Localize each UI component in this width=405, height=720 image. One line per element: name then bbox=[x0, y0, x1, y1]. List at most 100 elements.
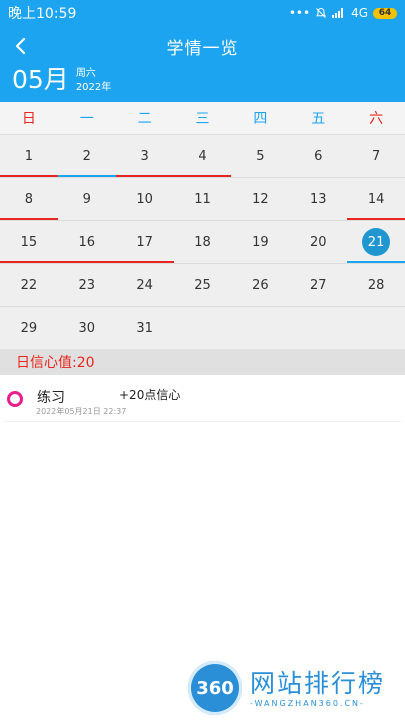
calendar-day-number: 28 bbox=[367, 277, 385, 293]
calendar-week-row: 8 9 10 11 12 13 14 bbox=[0, 177, 405, 220]
calendar-day[interactable]: 28 bbox=[347, 264, 405, 306]
battery-icon: 64 bbox=[373, 7, 397, 19]
calendar-day[interactable]: 23 bbox=[58, 264, 116, 306]
calendar-day[interactable]: 10 bbox=[116, 178, 174, 220]
record-item[interactable]: 练习 2022年05月21日 22:37 +20点信心 bbox=[4, 375, 401, 422]
status-bar: 晚上10:59 ••• 4G 64 bbox=[0, 0, 405, 26]
calendar-day[interactable]: 25 bbox=[174, 264, 232, 306]
calendar-day[interactable]: 16 bbox=[57, 221, 116, 263]
calendar-day[interactable]: 21 bbox=[347, 221, 405, 263]
record-points: +20点信心 bbox=[119, 388, 181, 402]
calendar-day-number: 11 bbox=[194, 191, 211, 207]
activity-indicator bbox=[0, 218, 58, 220]
calendar-day-number: 8 bbox=[24, 191, 34, 207]
calendar-day[interactable]: 5 bbox=[231, 135, 289, 177]
calendar-day[interactable]: 24 bbox=[116, 264, 174, 306]
signal-icon bbox=[332, 8, 346, 18]
calendar-day[interactable]: 2 bbox=[57, 135, 116, 177]
calendar-day[interactable]: 13 bbox=[289, 178, 347, 220]
calendar-day-number: 10 bbox=[136, 191, 153, 207]
calendar-day[interactable]: 18 bbox=[174, 221, 232, 263]
current-weekday: 周六 bbox=[75, 68, 96, 79]
calendar-day-number: 30 bbox=[78, 320, 96, 336]
calendar-day-number: 29 bbox=[20, 320, 38, 336]
calendar-day-number: 24 bbox=[136, 277, 153, 293]
calendar-day-number: 13 bbox=[309, 191, 327, 207]
activity-indicator bbox=[115, 261, 174, 263]
calendar-day-number: 1 bbox=[24, 148, 34, 164]
calendar-week-row: 22 23 24 25 26 27 28 bbox=[0, 263, 405, 306]
calendar-day-number: 26 bbox=[252, 277, 269, 293]
calendar-day-number: 2 bbox=[82, 148, 91, 164]
calendar-day-number: 31 bbox=[136, 320, 153, 336]
weekday-label: 六 bbox=[369, 111, 384, 127]
calendar-empty-cell bbox=[231, 307, 289, 349]
calendar-day-number: 6 bbox=[314, 148, 323, 164]
notification-dots: ••• bbox=[288, 6, 311, 20]
activity-indicator bbox=[115, 175, 174, 177]
calendar-day[interactable]: 4 bbox=[173, 135, 232, 177]
calendar-day-number: 21 bbox=[362, 228, 391, 256]
weekday-label: 五 bbox=[311, 111, 326, 127]
calendar-day[interactable]: 11 bbox=[174, 178, 232, 220]
weekday-label: 一 bbox=[79, 111, 94, 127]
weekday-label: 日 bbox=[21, 111, 36, 127]
activity-indicator bbox=[0, 261, 58, 263]
calendar-day[interactable]: 30 bbox=[58, 307, 116, 349]
calendar-day[interactable]: 6 bbox=[289, 135, 347, 177]
back-arrow-icon[interactable] bbox=[10, 34, 34, 58]
calendar-day-number: 12 bbox=[252, 191, 269, 207]
page-title: 学情一览 bbox=[166, 38, 239, 59]
calendar-day[interactable]: 26 bbox=[231, 264, 289, 306]
record-title: 练习 bbox=[37, 390, 65, 406]
app-header: 学情一览 bbox=[0, 26, 405, 66]
network-type: 4G bbox=[351, 6, 368, 20]
calendar-day-number: 27 bbox=[309, 277, 327, 293]
calendar-day[interactable]: 22 bbox=[0, 264, 58, 306]
calendar-day[interactable]: 7 bbox=[347, 135, 405, 177]
calendar-day-number: 15 bbox=[20, 234, 38, 250]
activity-indicator bbox=[0, 175, 58, 177]
calendar-day-number: 25 bbox=[194, 277, 211, 293]
calendar-week-row: 1 2 3 4 5 6 7 bbox=[0, 134, 405, 177]
calendar-week-row: 29 30 31 bbox=[0, 306, 405, 349]
mute-bell-icon bbox=[315, 7, 327, 18]
daily-score-label: 日信心值:20 bbox=[16, 355, 95, 371]
calendar-day[interactable]: 1 bbox=[0, 135, 58, 177]
calendar-day[interactable]: 12 bbox=[231, 178, 289, 220]
calendar-day-number: 7 bbox=[371, 148, 381, 164]
calendar-day[interactable]: 3 bbox=[115, 135, 174, 177]
calendar-empty-cell bbox=[347, 307, 405, 349]
calendar-day[interactable]: 15 bbox=[0, 221, 58, 263]
calendar-day[interactable]: 9 bbox=[58, 178, 116, 220]
calendar-day[interactable]: 17 bbox=[115, 221, 174, 263]
calendar-day[interactable]: 20 bbox=[289, 221, 347, 263]
daily-score-bar: 日信心值:20 bbox=[0, 349, 405, 375]
calendar-day-number: 18 bbox=[194, 234, 211, 250]
calendar-empty-cell bbox=[174, 307, 232, 349]
activity-indicator bbox=[57, 175, 116, 177]
calendar-day-number: 19 bbox=[252, 234, 269, 250]
calendar-day-number: 14 bbox=[367, 191, 385, 207]
activity-indicator bbox=[347, 218, 405, 220]
activity-indicator bbox=[347, 261, 405, 263]
calendar-day[interactable]: 8 bbox=[0, 178, 58, 220]
status-icons: ••• 4G 64 bbox=[289, 6, 397, 20]
current-year: 2022年 bbox=[75, 82, 112, 93]
status-time: 晚上10:59 bbox=[8, 6, 77, 22]
calendar-day-number: 20 bbox=[309, 234, 327, 250]
calendar-day[interactable]: 29 bbox=[0, 307, 58, 349]
calendar-day-number: 3 bbox=[140, 148, 149, 164]
date-detail: 周六 2022年 bbox=[76, 67, 111, 95]
calendar-day-number: 17 bbox=[136, 234, 153, 250]
weekday-label: 三 bbox=[195, 111, 210, 127]
calendar-day[interactable]: 19 bbox=[231, 221, 289, 263]
record-time: 2022年05月21日 22:37 bbox=[36, 407, 127, 416]
record-ring-icon bbox=[7, 391, 23, 407]
weekday-label: 二 bbox=[137, 111, 152, 127]
calendar-day[interactable]: 31 bbox=[116, 307, 174, 349]
calendar-day[interactable]: 27 bbox=[289, 264, 347, 306]
calendar-day[interactable]: 14 bbox=[347, 178, 405, 220]
weekday-header: 日一二三四五六 bbox=[0, 102, 405, 134]
calendar-week-row: 15 16 17 18 19 20 21 bbox=[0, 220, 405, 263]
